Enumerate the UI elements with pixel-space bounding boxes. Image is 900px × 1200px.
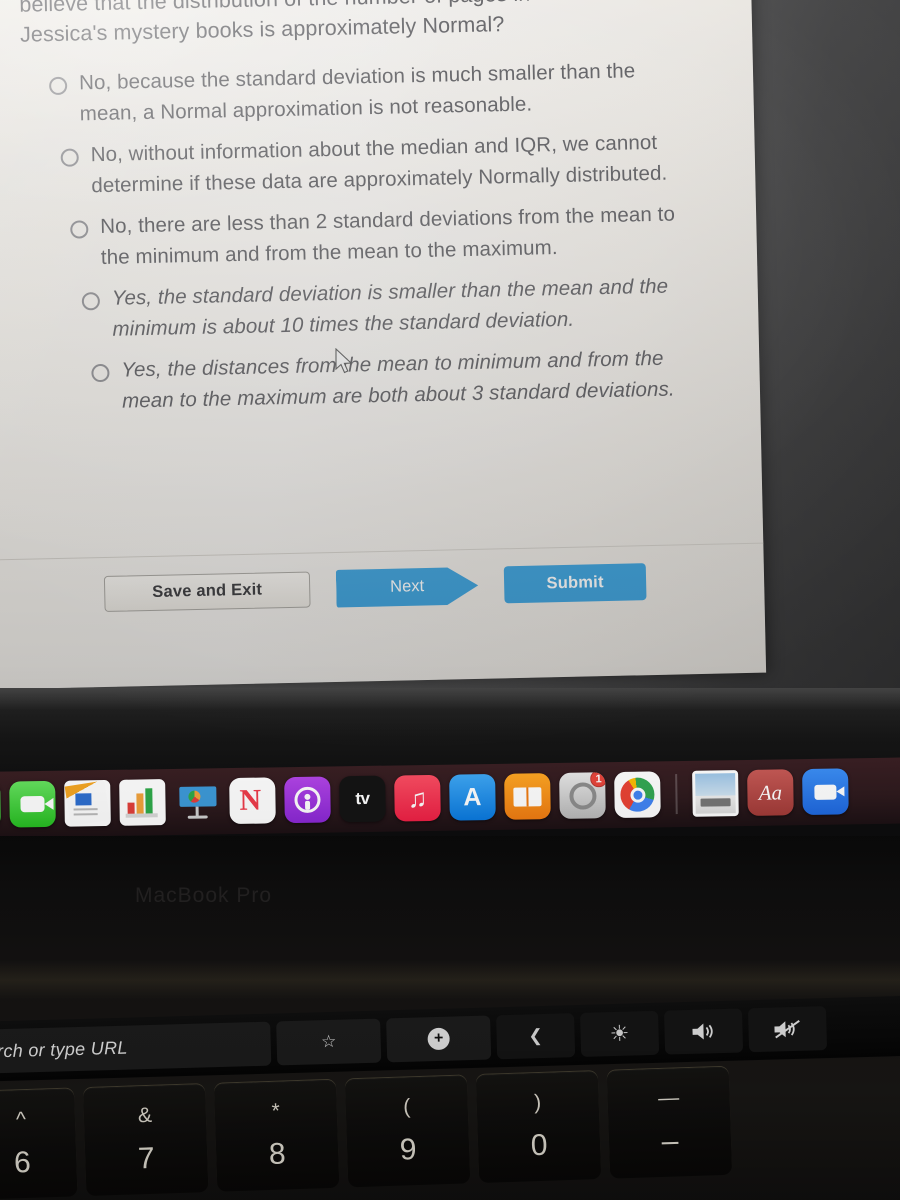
key-9[interactable]: ( 9 — [344, 1075, 471, 1188]
answer-option-d[interactable]: Yes, the standard deviation is smaller t… — [81, 269, 758, 346]
key-7-lower: 7 — [137, 1141, 156, 1176]
bookmark-star-icon[interactable]: ☆ — [276, 1018, 382, 1066]
numbers-icon[interactable] — [119, 779, 166, 826]
facetime-icon[interactable] — [9, 780, 56, 828]
brightness-icon[interactable]: ☀ — [579, 1010, 660, 1057]
app-store-icon[interactable]: A — [449, 773, 496, 821]
answer-option-d-label: Yes, the standard deviation is smaller t… — [111, 274, 669, 341]
quiz-button-bar: Save and Exit Next Submit — [0, 542, 765, 632]
zoom-icon[interactable] — [802, 768, 849, 816]
key-7-upper: & — [137, 1103, 153, 1128]
key-6-lower: 6 — [13, 1145, 32, 1180]
chrome-icon[interactable] — [614, 771, 661, 819]
key-6[interactable]: ^ 6 — [0, 1088, 78, 1200]
answer-option-a-label: No, because the standard deviation is mu… — [78, 59, 636, 126]
key-0-upper: ) — [533, 1090, 542, 1115]
save-and-exit-button[interactable]: Save and Exit — [103, 571, 311, 612]
quiz-page-wrapper: believe that the distribution of the num… — [0, 0, 767, 702]
key-9-lower: 9 — [399, 1133, 418, 1167]
music-icon[interactable]: ♫ — [394, 774, 441, 822]
answer-option-c-label: No, there are less than 2 standard devia… — [99, 202, 676, 269]
answer-option-c[interactable]: No, there are less than 2 standard devia… — [70, 197, 757, 274]
macos-dock[interactable]: N tv ♫ A 1 Aa — [0, 757, 900, 838]
radio-button-d[interactable] — [81, 292, 101, 311]
dictionary-glyph: Aa — [758, 779, 783, 805]
answer-option-b[interactable]: No, without information about the median… — [60, 125, 755, 202]
radio-button-e[interactable] — [91, 363, 110, 383]
mute-glyph — [774, 1020, 800, 1039]
news-icon[interactable]: N — [229, 777, 276, 825]
new-tab-plus-glyph: + — [427, 1027, 450, 1051]
radio-button-c[interactable] — [70, 220, 89, 239]
apple-tv-label: tv — [355, 788, 370, 809]
submit-button[interactable]: Submit — [503, 563, 647, 604]
deck-reflection — [0, 960, 900, 1000]
system-preferences-badge: 1 — [590, 772, 606, 788]
volume-up-glyph — [692, 1023, 713, 1040]
macbook-pro-branding: MacBook Pro — [135, 884, 273, 907]
key-0[interactable]: ) 0 — [475, 1071, 602, 1184]
podcasts-icon[interactable] — [284, 776, 331, 824]
key-8-lower: 8 — [268, 1137, 287, 1171]
system-preferences-icon[interactable]: 1 — [559, 772, 606, 819]
app-store-glyph: A — [463, 782, 482, 811]
answer-option-b-label: No, without information about the median… — [90, 130, 668, 198]
answer-option-e[interactable]: Yes, the distances from the mean to mini… — [91, 341, 760, 418]
radio-button-a[interactable] — [48, 76, 68, 96]
touchbar-url-field[interactable]: arch or type URL — [0, 1021, 272, 1074]
key-8-upper: * — [271, 1099, 281, 1123]
quiz-page: believe that the distribution of the num… — [0, 0, 767, 690]
pages-icon[interactable] — [64, 779, 111, 827]
answer-options-list: No, because the standard deviation is mu… — [0, 53, 760, 430]
volume-up-icon[interactable] — [663, 1008, 744, 1055]
laptop-photo: believe that the distribution of the num… — [0, 0, 900, 1200]
radio-button-b[interactable] — [60, 148, 79, 167]
key-9-upper: ( — [402, 1095, 411, 1119]
key-6-upper: ^ — [15, 1108, 27, 1132]
answer-option-e-label: Yes, the distances from the mean to mini… — [121, 346, 675, 413]
key-hyphen-upper: — — [657, 1086, 680, 1111]
keynote-icon[interactable] — [174, 778, 221, 825]
apple-tv-icon[interactable]: tv — [339, 775, 386, 823]
expand-control-strip-icon[interactable]: ❮ — [496, 1013, 576, 1060]
key-7[interactable]: & 7 — [82, 1084, 209, 1197]
mute-icon[interactable] — [747, 1006, 828, 1053]
music-note-glyph: ♫ — [407, 782, 428, 813]
new-tab-plus-icon[interactable]: + — [386, 1015, 492, 1063]
key-hyphen-lower: – — [661, 1124, 679, 1158]
brightness-glyph: ☀ — [609, 1020, 630, 1047]
messages-icon[interactable] — [0, 781, 1, 829]
dock-divider — [675, 774, 678, 815]
key-0-lower: 0 — [530, 1128, 548, 1163]
next-button[interactable]: Next — [336, 566, 479, 607]
answer-option-a[interactable]: No, because the standard deviation is mu… — [48, 53, 754, 130]
bezel-sheen — [0, 688, 900, 710]
books-icon[interactable] — [504, 773, 551, 820]
dictionary-icon[interactable]: Aa — [747, 769, 794, 816]
preview-icon[interactable] — [692, 770, 739, 817]
key-8[interactable]: * 8 — [213, 1079, 340, 1192]
key-hyphen[interactable]: — – — [606, 1066, 733, 1179]
